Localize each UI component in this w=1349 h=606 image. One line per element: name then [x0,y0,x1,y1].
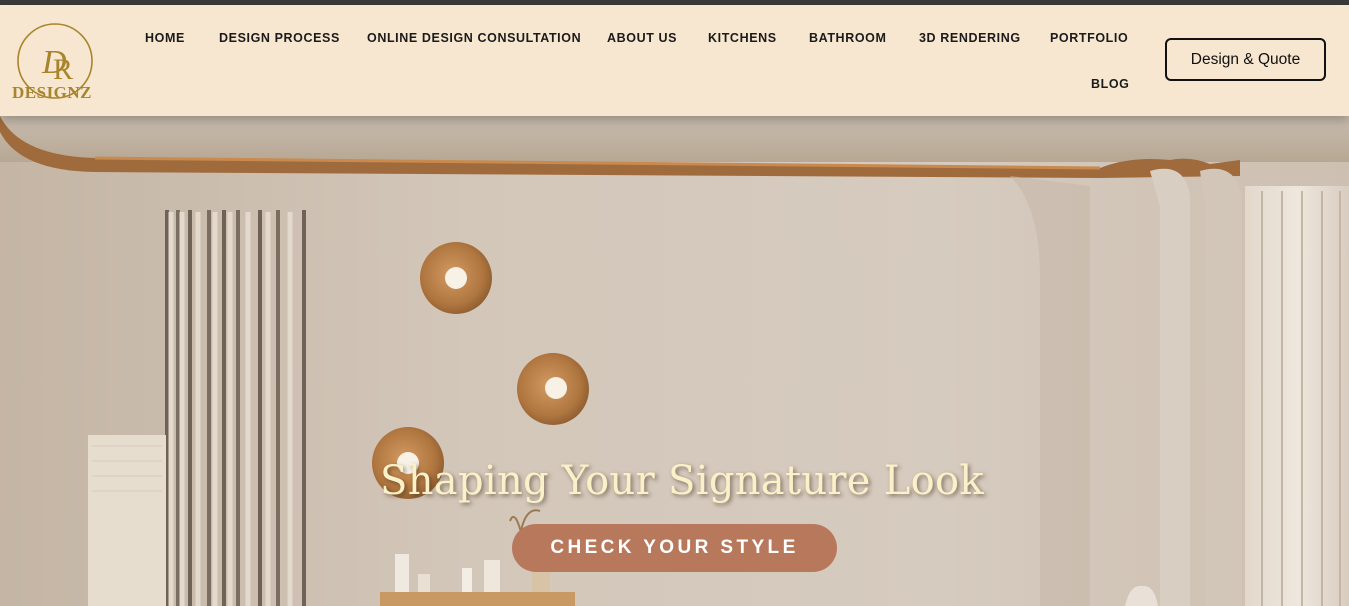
svg-text:R: R [53,53,73,86]
hero-title: Shaping Your Signature Look [380,458,984,504]
nav-3d-rendering[interactable]: 3D RENDERING [919,31,1021,45]
site-header: D R DESIGNZ HOME DESIGN PROCESS ONLINE D… [0,5,1349,116]
nav-portfolio[interactable]: PORTFOLIO [1050,31,1128,45]
hero-section: Shaping Your Signature Look CHECK YOUR S… [0,116,1349,606]
nav-kitchens[interactable]: KITCHENS [708,31,777,45]
nav-home[interactable]: HOME [145,31,185,45]
check-your-style-button[interactable]: CHECK YOUR STYLE [512,524,837,572]
nav-bathroom[interactable]: BATHROOM [809,31,886,45]
nav-online-design-consultation[interactable]: ONLINE DESIGN CONSULTATION [367,31,581,45]
brand-name: DESIGNZ [12,83,93,102]
nav-about-us[interactable]: ABOUT US [607,31,677,45]
design-quote-button[interactable]: Design & Quote [1165,38,1326,81]
nav-blog[interactable]: BLOG [1091,77,1130,91]
nav-design-process[interactable]: DESIGN PROCESS [219,31,340,45]
